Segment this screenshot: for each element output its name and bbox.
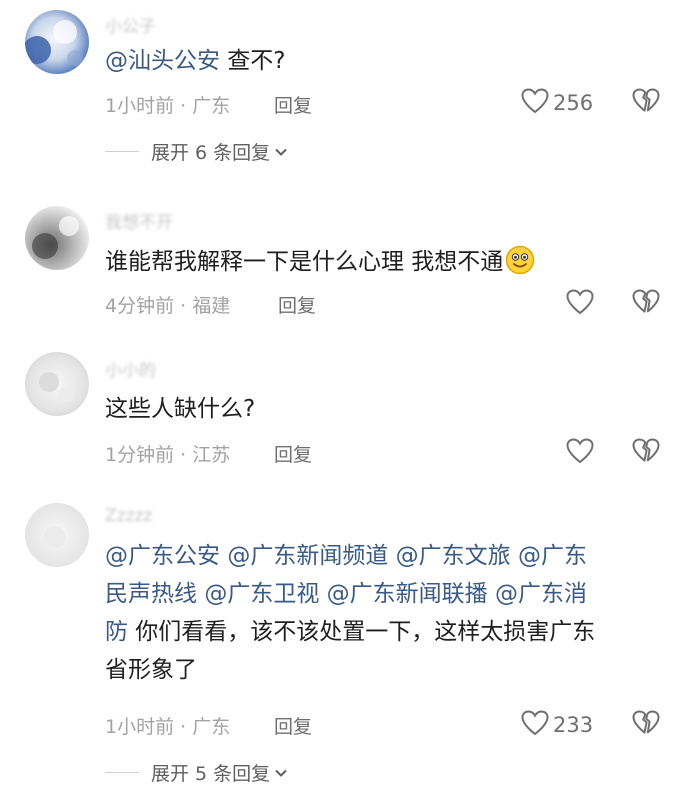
avatar[interactable] [25,10,89,74]
dislike-button[interactable] [632,438,660,468]
heart-outline-icon [566,289,594,319]
mention-link[interactable]: 民声热线 [105,581,197,607]
mention-link[interactable]: @汕头公安 [105,48,220,74]
comment-text-segment: 省形象了 [105,657,197,683]
comment-text-segment [511,543,518,569]
comment-meta: 4分钟前 · 福建 [105,295,231,317]
broken-heart-icon [632,88,660,118]
like-button[interactable]: 256 [521,88,593,118]
broken-heart-icon [632,289,660,319]
mention-link[interactable]: @广东卫视 [204,581,319,607]
heart-outline-icon [566,438,594,468]
comment-text: @汕头公安 查不? [105,42,655,80]
heart-outline-icon [521,88,549,118]
mention-link[interactable]: @广东消 [495,581,587,607]
mention-link[interactable]: @广东新闻联播 [327,581,488,607]
like-count: 233 [553,713,594,737]
like-button[interactable] [566,438,598,468]
comment-text-segment [488,581,495,607]
expand-replies-label: 展开 5 条回复 [151,763,271,785]
comment-text-segment: 你们看看，该不该处置一下，这样太损害广东 [128,619,596,645]
avatar[interactable] [25,352,89,416]
dislike-button[interactable] [632,88,660,118]
chevron-down-icon [274,142,288,161]
broken-heart-icon [632,710,660,740]
reply-button[interactable]: 回复 [278,291,316,318]
chevron-down-icon [274,763,288,782]
dislike-button[interactable] [632,710,660,740]
like-button[interactable]: 233 [521,710,593,740]
broken-heart-icon [632,438,660,468]
expand-replies-button[interactable]: 展开 6 条回复 [105,138,288,165]
dislike-button[interactable] [632,289,660,319]
comment-text-segment [319,581,326,607]
smiling-face-emoji [505,245,535,287]
avatar[interactable] [25,206,89,270]
mention-link[interactable]: @广东文旅 [396,543,511,569]
like-button[interactable] [566,289,598,319]
expand-replies-button[interactable]: 展开 5 条回复 [105,759,288,786]
comment-line: 民声热线 @广东卫视 @广东新闻联播 @广东消 [105,575,655,613]
mention-link[interactable]: @广东公安 [105,543,220,569]
comment-text-segment: 谁能帮我解释一下是什么心理 我想不通 [105,249,504,275]
divider [105,771,139,774]
reply-button[interactable]: 回复 [274,712,312,739]
comment-line: 省形象了 [105,651,655,689]
comment-text: 谁能帮我解释一下是什么心理 我想不通 [105,243,655,287]
mention-link[interactable]: @广东 [518,543,587,569]
username[interactable]: 小小的 [105,356,156,381]
comment-text: 这些人缺什么? [105,396,256,422]
comment-text-segment [388,543,395,569]
reply-button[interactable]: 回复 [274,91,312,118]
comment-meta: 1分钟前 · 江苏 [105,444,231,466]
reply-button[interactable]: 回复 [274,440,312,467]
avatar[interactable] [25,503,89,567]
username[interactable]: 我想不开 [105,208,173,233]
mention-link[interactable]: 防 [105,619,128,645]
comment-text: @广东公安 @广东新闻频道 @广东文旅 @广东 民声热线 @广东卫视 @广东新闻… [105,537,655,689]
username[interactable]: Zzzzz [105,506,152,526]
heart-outline-icon [521,710,549,740]
comment-meta: 1小时前 · 广东 [105,716,231,738]
comment-line: @广东公安 @广东新闻频道 @广东文旅 @广东 [105,537,655,575]
comment-meta: 1小时前 · 广东 [105,95,231,117]
expand-replies-label: 展开 6 条回复 [151,142,271,164]
comment-text-segment: 查不? [220,48,286,74]
like-count: 256 [553,91,594,115]
username[interactable]: 小公子 [105,12,156,37]
divider [105,150,139,153]
comment-line: 防 你们看看，该不该处置一下，这样太损害广东 [105,613,655,651]
mention-link[interactable]: @广东新闻频道 [227,543,388,569]
